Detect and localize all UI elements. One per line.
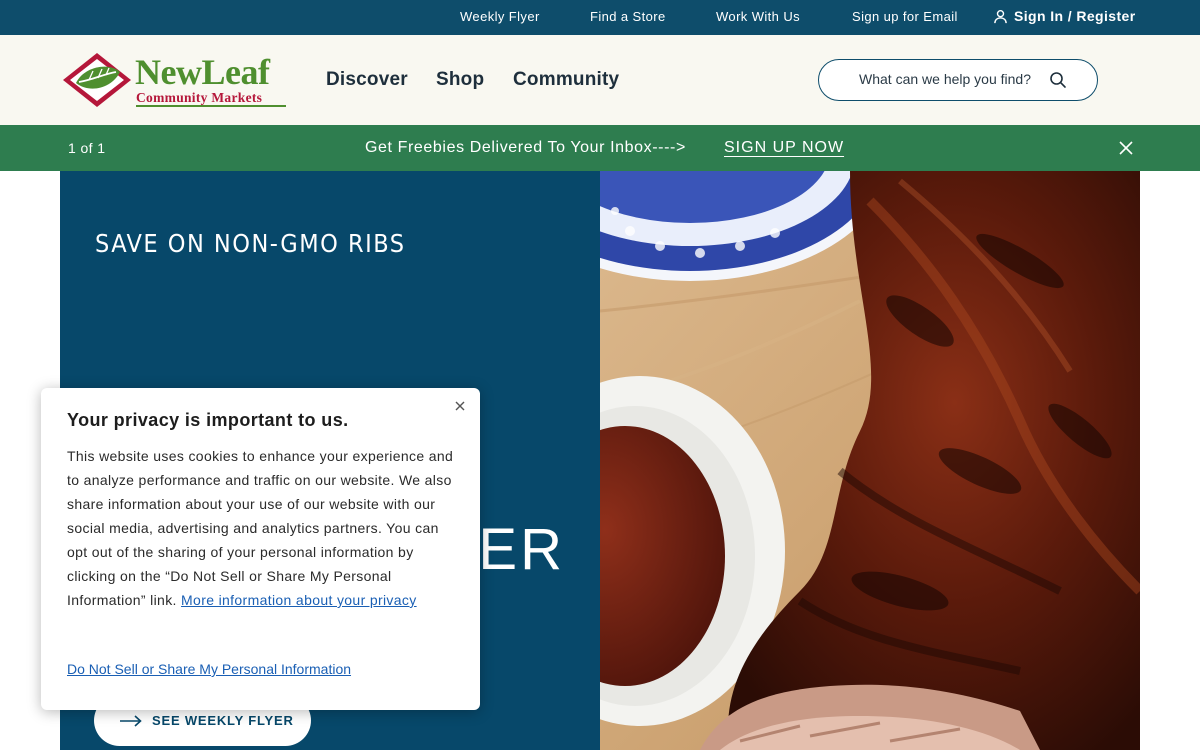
- weekly-flyer-link[interactable]: Weekly Flyer: [460, 9, 540, 24]
- hero-eyebrow: SAVE ON NON-GMO RIBS: [95, 229, 406, 258]
- email-signup-link[interactable]: Sign up for Email: [852, 9, 958, 24]
- search-input[interactable]: [859, 71, 1044, 87]
- find-a-store-link[interactable]: Find a Store: [590, 9, 666, 24]
- main-header: NewLeaf Community Markets Discover Shop …: [0, 35, 1200, 125]
- cta-label: SEE WEEKLY FLYER: [152, 713, 294, 728]
- do-not-sell-link[interactable]: Do Not Sell or Share My Personal Informa…: [67, 661, 351, 677]
- sign-in-register-link[interactable]: Sign In / Register: [993, 8, 1136, 24]
- logo-rule: [136, 105, 286, 107]
- privacy-body: This website uses cookies to enhance you…: [67, 444, 459, 612]
- announcement-bar: 1 of 1 Get Freebies Delivered To Your In…: [0, 125, 1200, 171]
- announcement-counter: 1 of 1: [68, 140, 106, 156]
- privacy-title: Your privacy is important to us.: [67, 410, 349, 430]
- announcement-text: Get Freebies Delivered To Your Inbox----…: [365, 139, 686, 156]
- work-with-us-link[interactable]: Work With Us: [716, 9, 800, 24]
- logo-subtitle: Community Markets: [136, 90, 263, 105]
- close-icon[interactable]: [1117, 139, 1135, 157]
- nav-shop[interactable]: Shop: [436, 69, 484, 91]
- utility-bar: Weekly Flyer Find a Store Work With Us S…: [0, 0, 1200, 35]
- logo-wordmark: NewLeaf: [135, 52, 270, 92]
- new-leaf-logo[interactable]: NewLeaf Community Markets: [62, 52, 292, 110]
- bbq-ribs-photo: [600, 171, 1140, 750]
- search-box[interactable]: [818, 59, 1098, 101]
- sign-up-now-link[interactable]: SIGN UP NOW: [724, 139, 844, 157]
- privacy-popup: Your privacy is important to us. This we…: [41, 388, 480, 710]
- arrow-right-icon: [120, 714, 142, 727]
- nav-community[interactable]: Community: [513, 69, 619, 91]
- privacy-more-info-link[interactable]: More information about your privacy: [181, 592, 417, 608]
- search-icon[interactable]: [1049, 71, 1067, 89]
- user-icon: [994, 9, 1007, 23]
- privacy-body-text: This website uses cookies to enhance you…: [67, 448, 454, 608]
- ribs-image: [600, 171, 1140, 750]
- sign-in-label: Sign In / Register: [1014, 8, 1136, 24]
- close-icon[interactable]: [453, 399, 467, 413]
- nav-discover[interactable]: Discover: [326, 69, 408, 91]
- leaf-logo-icon: [63, 53, 131, 107]
